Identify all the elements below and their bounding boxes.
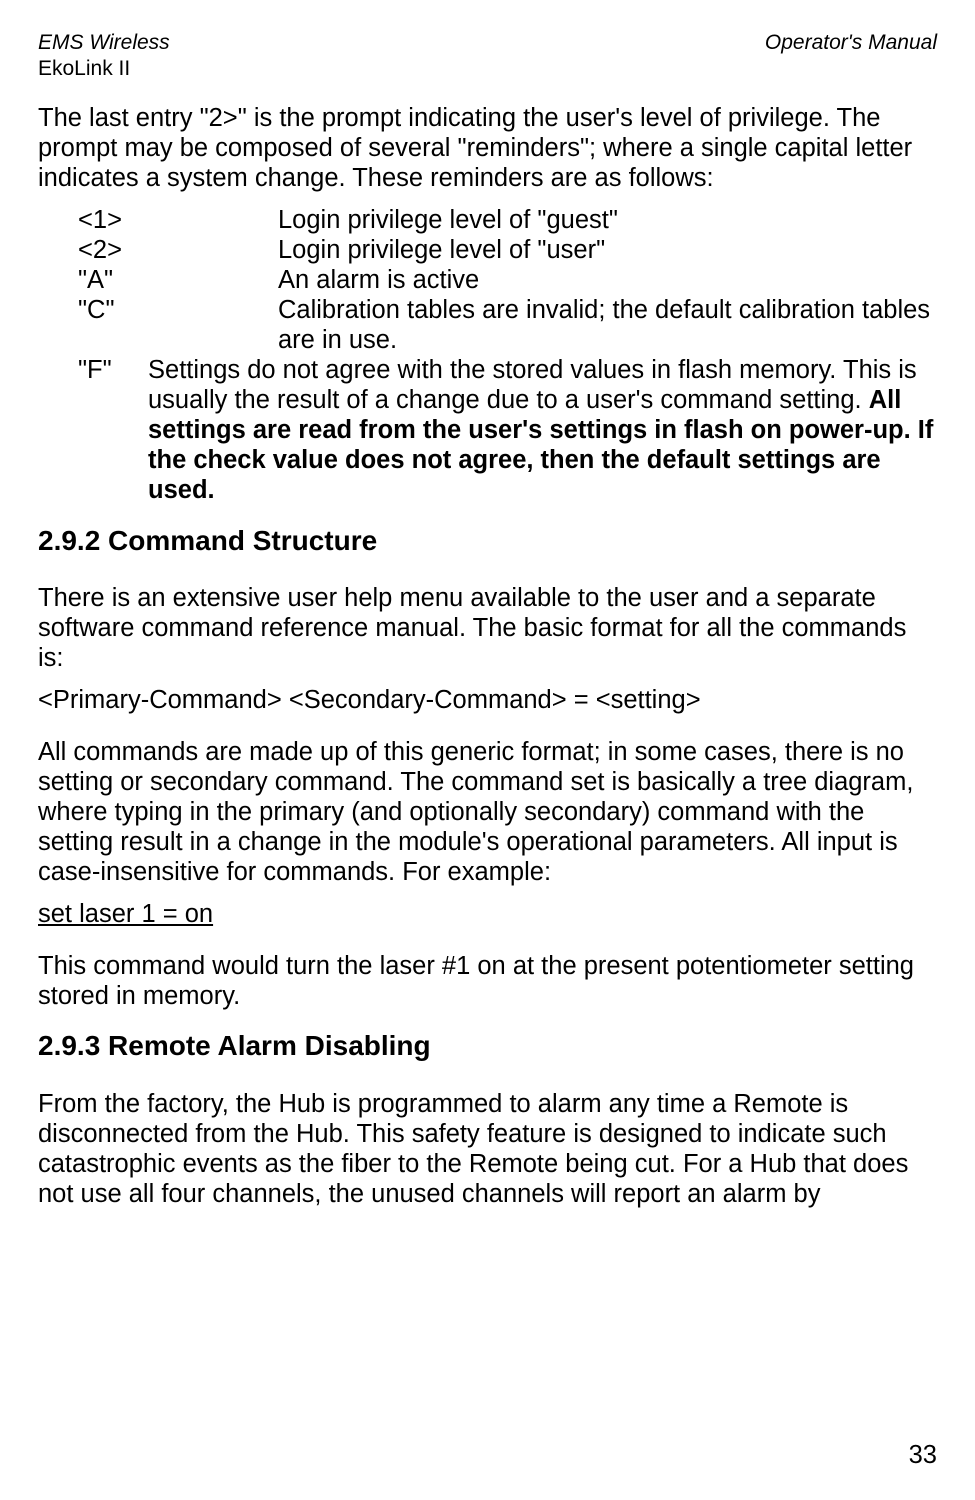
reminder-definitions: <1> Login privilege level of "guest" <2>… — [38, 205, 937, 506]
header-product: EkoLink II — [38, 56, 170, 82]
def-row: <2> Login privilege level of "user" — [78, 235, 937, 265]
header-left: EMS Wireless EkoLink II — [38, 30, 170, 83]
def-val: An alarm is active — [278, 265, 937, 295]
def-val: Login privilege level of "guest" — [278, 205, 937, 235]
def-key: <1> — [78, 205, 278, 235]
section-292-heading: 2.9.2 Command Structure — [38, 524, 937, 557]
body: The last entry "2>" is the prompt indica… — [38, 103, 937, 1209]
header-brand: EMS Wireless — [38, 30, 170, 56]
def-val: Calibration tables are invalid; the defa… — [278, 295, 937, 355]
page-number: 33 — [909, 1441, 937, 1470]
section-292-p2: All commands are made up of this generic… — [38, 737, 937, 887]
def-val-plain: Settings do not agree with the stored va… — [148, 356, 917, 414]
def-row: <1> Login privilege level of "guest" — [78, 205, 937, 235]
def-key: "A" — [78, 265, 278, 295]
def-key: "F" — [78, 355, 148, 505]
def-row: "F" Settings do not agree with the store… — [78, 355, 937, 505]
command-example: set laser 1 = on — [38, 899, 937, 929]
command-format: <Primary-Command> <Secondary-Command> = … — [38, 685, 937, 715]
intro-paragraph: The last entry "2>" is the prompt indica… — [38, 103, 937, 193]
page-header: EMS Wireless EkoLink II Operator's Manua… — [38, 30, 937, 83]
page: EMS Wireless EkoLink II Operator's Manua… — [0, 0, 975, 1500]
def-val: Settings do not agree with the stored va… — [148, 355, 937, 505]
def-row: "A" An alarm is active — [78, 265, 937, 295]
section-292-p1: There is an extensive user help menu ava… — [38, 583, 937, 673]
section-293-p1: From the factory, the Hub is programmed … — [38, 1089, 937, 1209]
section-292-p3: This command would turn the laser #1 on … — [38, 951, 937, 1011]
def-row: "C" Calibration tables are invalid; the … — [78, 295, 937, 355]
header-right: Operator's Manual — [765, 30, 937, 83]
section-293-heading: 2.9.3 Remote Alarm Disabling — [38, 1029, 937, 1062]
def-val: Login privilege level of "user" — [278, 235, 937, 265]
def-key: <2> — [78, 235, 278, 265]
def-key: "C" — [78, 295, 278, 355]
